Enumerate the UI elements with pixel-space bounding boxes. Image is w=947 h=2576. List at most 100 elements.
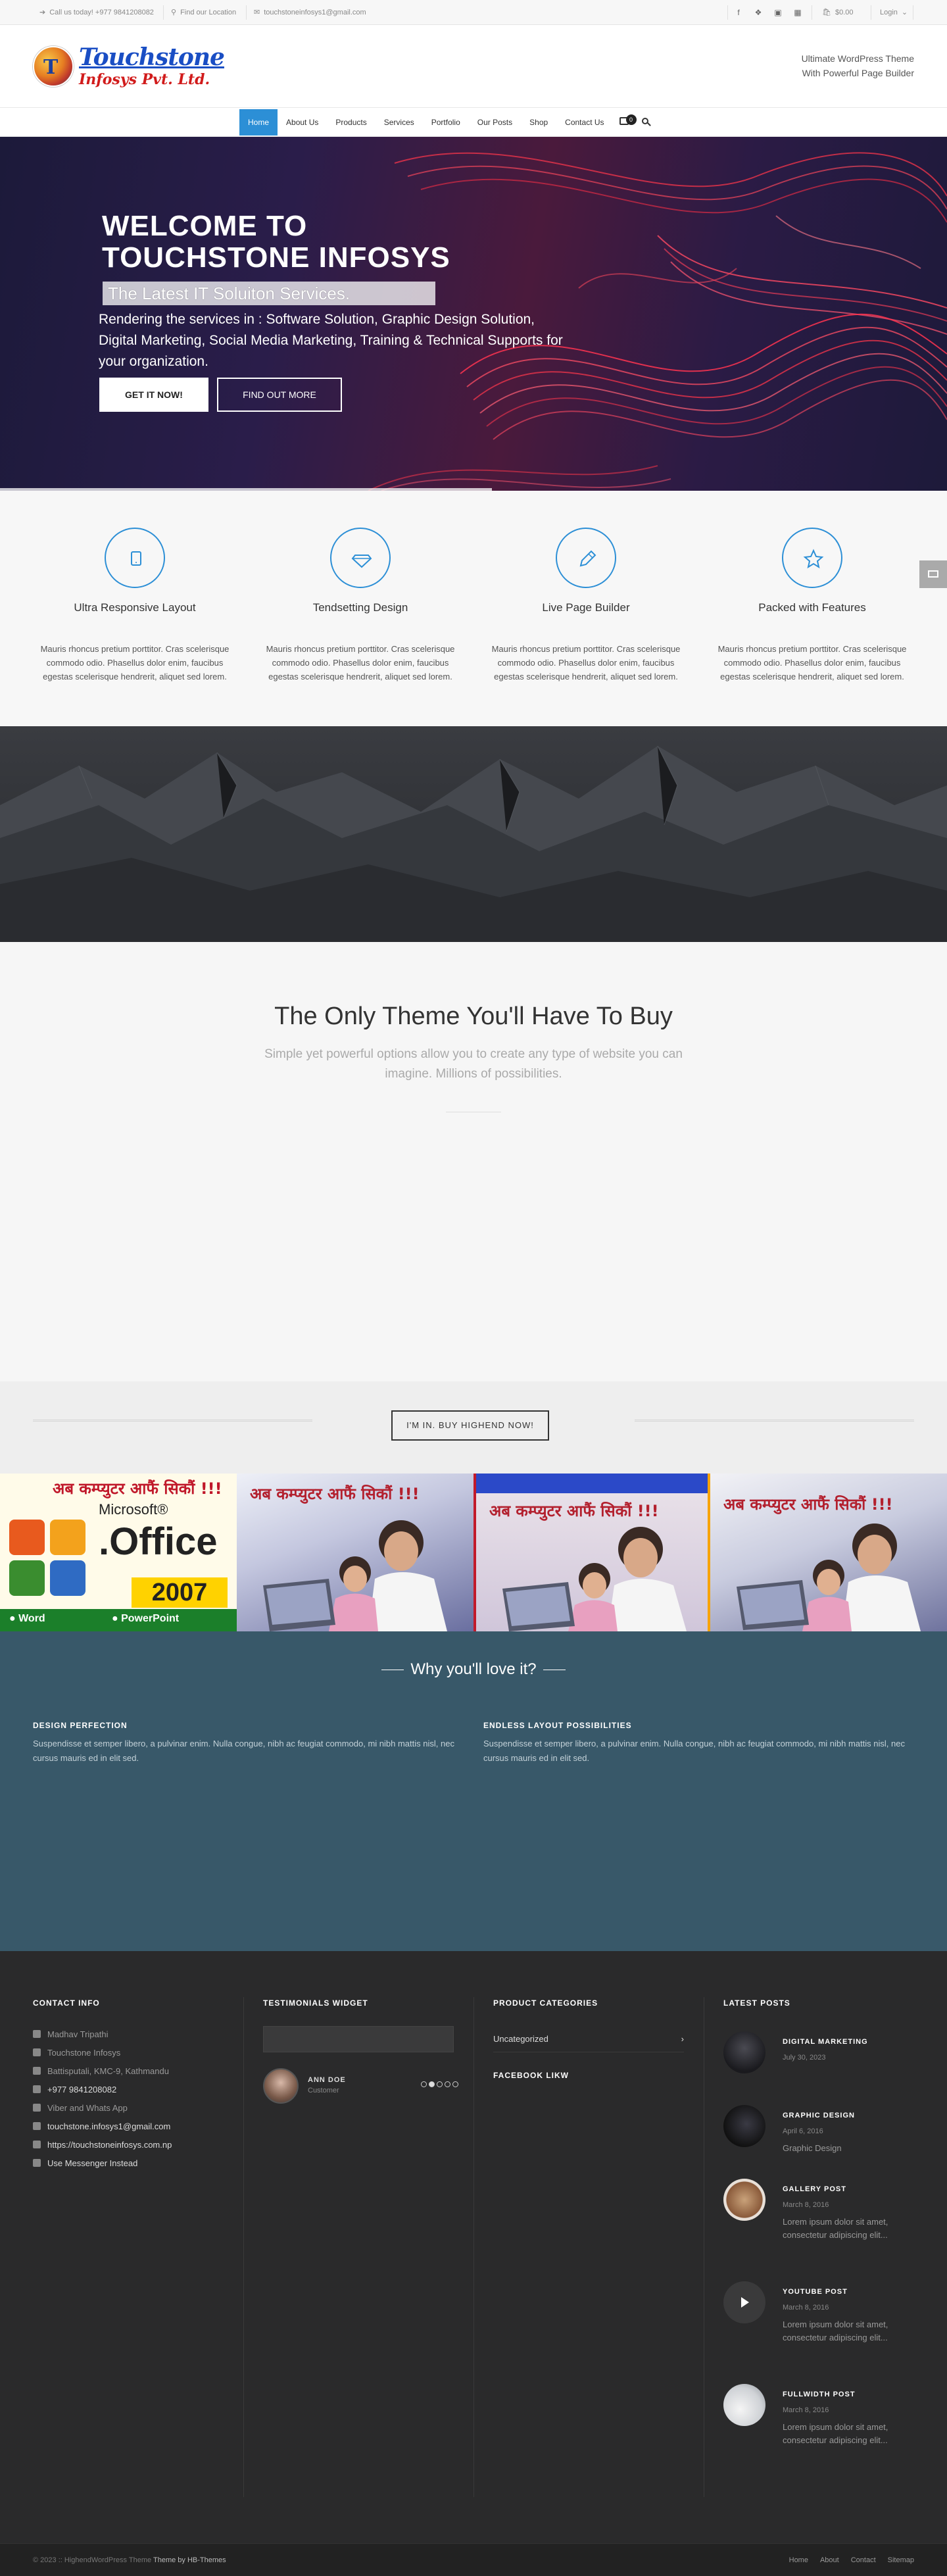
site-logo[interactable]: T Touchstone Infosys Pvt. Ltd. bbox=[33, 43, 225, 92]
nav-about-us[interactable]: About Us bbox=[278, 108, 327, 137]
location-text: Find our Location bbox=[180, 8, 237, 16]
nav-cart[interactable]: 0 bbox=[618, 108, 637, 137]
post-title[interactable]: GRAPHIC DESIGN bbox=[783, 2112, 855, 2119]
pagination-dot[interactable] bbox=[452, 2081, 458, 2087]
post-date: April 6, 2016 bbox=[783, 2127, 823, 2135]
building-icon bbox=[33, 2048, 41, 2056]
post-date: March 8, 2016 bbox=[783, 2304, 829, 2312]
post-title[interactable]: YOUTUBE POST bbox=[783, 2288, 848, 2296]
post-title[interactable]: FULLWIDTH POST bbox=[783, 2390, 856, 2398]
feature-card: Packed with Features Mauris rhoncus pret… bbox=[710, 528, 914, 683]
gallery-item-computer-class[interactable]: अब कम्प्युटर आफैं सिकौं !!! bbox=[474, 1474, 710, 1631]
phone-text: Call us today! +977 9841208082 bbox=[49, 8, 154, 16]
login-dropdown[interactable]: Login ⌄ bbox=[880, 8, 908, 17]
logo-line2: Infosys Pvt. Ltd. bbox=[79, 71, 210, 88]
get-it-now-button[interactable]: GET IT NOW! bbox=[99, 378, 208, 412]
contact-text: Madhav Tripathi bbox=[47, 2029, 109, 2039]
office-app-powerpoint: ● PowerPoint bbox=[112, 1613, 180, 1624]
diamond-icon bbox=[330, 528, 391, 588]
footer-link-about[interactable]: About bbox=[820, 2556, 839, 2564]
nav-products[interactable]: Products bbox=[327, 108, 375, 137]
testimonial-pagination[interactable] bbox=[421, 2081, 458, 2087]
footer-link-contact[interactable]: Contact bbox=[851, 2556, 876, 2564]
login-text: Login bbox=[880, 8, 898, 16]
gallery-item-computer-class[interactable]: अब कम्प्युटर आफैं सिकौं !!! bbox=[710, 1474, 947, 1631]
email-link[interactable]: ✉ touchstoneinfosys1@gmail.com bbox=[254, 8, 366, 17]
contact-row[interactable]: touchstone.infosys1@gmail.com bbox=[33, 2117, 224, 2135]
contact-side-tab[interactable] bbox=[919, 560, 947, 588]
latest-post[interactable]: YOUTUBE POST March 8, 2016 Lorem ipsum d… bbox=[723, 2281, 921, 2384]
section-title: The Only Theme You'll Have To Buy bbox=[274, 1003, 673, 1030]
office-logo-icon bbox=[9, 1520, 85, 1596]
category-link[interactable]: Uncategorized › bbox=[493, 2026, 684, 2052]
gallery-item-office[interactable]: अब कम्प्युटर आफैं सिकौं !!! Microsoft® .… bbox=[0, 1474, 237, 1631]
cart-link[interactable]: 🛍 $0.00 bbox=[822, 8, 854, 17]
bag-icon: 🛍 bbox=[822, 9, 831, 16]
divider bbox=[33, 1420, 312, 1422]
nav-portfolio[interactable]: Portfolio bbox=[423, 108, 469, 137]
mountain-art bbox=[0, 726, 947, 942]
latest-post[interactable]: GRAPHIC DESIGN April 6, 2016 Graphic Des… bbox=[723, 2105, 921, 2179]
feature-card: Tendsetting Design Mauris rhoncus pretiu… bbox=[258, 528, 462, 683]
post-title[interactable]: GALLERY POST bbox=[783, 2185, 846, 2193]
hero-slider: WELCOME TO TOUCHSTONE INFOSYS The Latest… bbox=[0, 137, 947, 491]
phone-info[interactable]: ➔ Call us today! +977 9841208082 bbox=[39, 8, 154, 17]
google-plus-icon[interactable]: ▦ bbox=[788, 0, 808, 25]
pagination-dot-active[interactable] bbox=[429, 2081, 435, 2087]
twitter-icon[interactable]: ❖ bbox=[748, 0, 768, 25]
contact-text: +977 9841208082 bbox=[47, 2084, 117, 2094]
hero-subtitle: The Latest IT Soluiton Services. bbox=[103, 282, 435, 305]
footer-heading: TESTIMONIALS WIDGET bbox=[263, 1998, 368, 2008]
pagination-dot[interactable] bbox=[445, 2081, 450, 2087]
location-link[interactable]: ⚲ Find our Location bbox=[171, 8, 237, 17]
facebook-icon[interactable]: f bbox=[729, 0, 748, 25]
post-date: March 8, 2016 bbox=[783, 2201, 829, 2209]
footer-testimonials-column: TESTIMONIALS WIDGET ANN DOE Customer bbox=[263, 1998, 458, 2105]
contact-text: https://touchstoneinfosys.com.np bbox=[47, 2139, 172, 2150]
why-column-text: Suspendisse et semper libero, a pulvinar… bbox=[483, 1739, 905, 1763]
find-out-more-button[interactable]: FIND OUT MORE bbox=[217, 378, 342, 412]
logo-letter: T bbox=[43, 56, 59, 79]
footer-link-home[interactable]: Home bbox=[789, 2556, 808, 2564]
footer-heading: FACEBOOK LIKW bbox=[493, 2071, 569, 2080]
instagram-icon[interactable]: ▣ bbox=[768, 0, 788, 25]
footer-nav: Home About Contact Sitemap bbox=[789, 2556, 914, 2564]
why-column: DESIGN PERFECTION Suspendisse et semper … bbox=[33, 1721, 460, 1766]
star-icon bbox=[782, 528, 842, 588]
gallery-item-computer-class[interactable]: अब कम्प्युटर आफैं सिकौं !!! bbox=[237, 1474, 474, 1631]
footer-heading: CONTACT INFO bbox=[33, 1998, 100, 2008]
main-nav: Home About Us Products Services Portfoli… bbox=[0, 108, 947, 137]
post-date: March 8, 2016 bbox=[783, 2406, 829, 2414]
contact-row[interactable]: Use Messenger Instead bbox=[33, 2154, 224, 2172]
latest-post[interactable]: DIGITAL MARKETING July 30, 2023 bbox=[723, 2031, 921, 2105]
nav-contact-us[interactable]: Contact Us bbox=[556, 108, 612, 137]
post-title[interactable]: DIGITAL MARKETING bbox=[783, 2038, 868, 2046]
cart-amount: $0.00 bbox=[835, 8, 854, 16]
latest-post[interactable]: GALLERY POST March 8, 2016 Lorem ipsum d… bbox=[723, 2179, 921, 2281]
latest-post[interactable]: FULLWIDTH POST March 8, 2016 Lorem ipsum… bbox=[723, 2384, 921, 2487]
nav-home[interactable]: Home bbox=[239, 109, 278, 136]
pagination-dot[interactable] bbox=[421, 2081, 427, 2087]
phone-icon bbox=[33, 2085, 41, 2093]
nav-shop[interactable]: Shop bbox=[521, 108, 556, 137]
post-thumbnail bbox=[723, 2031, 765, 2073]
theme-credit[interactable]: Theme by HB-Themes bbox=[153, 2556, 226, 2564]
hero-description: Rendering the services in : Software Sol… bbox=[99, 312, 563, 369]
nav-services[interactable]: Services bbox=[376, 108, 423, 137]
nav-our-posts[interactable]: Our Posts bbox=[469, 108, 521, 137]
office-2007-banner: अब कम्प्युटर आफैं सिकौं !!! Microsoft® .… bbox=[0, 1474, 237, 1631]
office-app-word: ● Word bbox=[9, 1613, 45, 1624]
why-column: ENDLESS LAYOUT POSSIBILITIES Suspendisse… bbox=[483, 1721, 911, 1766]
fax-icon bbox=[33, 2104, 41, 2112]
search-icon[interactable] bbox=[639, 108, 655, 137]
why-column-text: Suspendisse et semper libero, a pulvinar… bbox=[33, 1739, 454, 1763]
site-footer: CONTACT INFO Madhav Tripathi Touchstone … bbox=[0, 1951, 947, 2543]
contact-row[interactable]: +977 9841208082 bbox=[33, 2080, 224, 2098]
buy-now-button[interactable]: I'M IN. BUY HIGHEND NOW! bbox=[391, 1410, 549, 1441]
pagination-dot[interactable] bbox=[437, 2081, 443, 2087]
pencil-icon bbox=[556, 528, 616, 588]
feature-description: Mauris rhoncus pretium porttitor. Cras s… bbox=[266, 644, 455, 681]
contact-row[interactable]: https://touchstoneinfosys.com.np bbox=[33, 2135, 224, 2154]
why-section: Why you'll love it? DESIGN PERFECTION Su… bbox=[0, 1631, 947, 1951]
footer-link-sitemap[interactable]: Sitemap bbox=[888, 2556, 914, 2564]
